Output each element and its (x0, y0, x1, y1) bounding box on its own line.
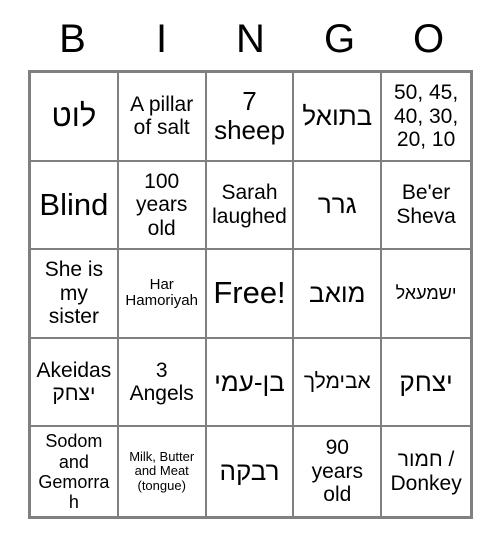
bingo-cell[interactable]: Har Hamoriyah (118, 250, 207, 339)
bingo-cell-label: לוט (51, 97, 97, 133)
bingo-cell-label: בן-עמי (214, 366, 285, 397)
bingo-header-letter-b: B (59, 17, 86, 61)
bingo-grid: לוט A pillar of salt 7 sheep בתואל 50, 45, 4… (28, 70, 473, 519)
bingo-cell[interactable]: Sodom and Gemorrah (31, 427, 119, 516)
bingo-cell-label: She is my sister (44, 258, 104, 329)
bingo-cell-label: Sodom and Gemorrah (38, 431, 110, 512)
bingo-cell-label: רבקה (219, 456, 280, 487)
bingo-cell-label: Blind (39, 186, 109, 222)
bingo-cell[interactable]: ישמעאל (382, 250, 470, 339)
bingo-cell-label: Be'er Sheva (396, 181, 456, 228)
bingo-cell[interactable]: A pillar of salt (118, 73, 207, 162)
bingo-cell-free[interactable]: Free! (206, 250, 295, 339)
bingo-cell-label: 7 sheep (214, 86, 285, 146)
bingo-cell[interactable]: מואב (294, 250, 383, 339)
bingo-cell-label: 90 years old (311, 436, 363, 507)
bingo-cell[interactable]: She is my sister (31, 250, 119, 339)
bingo-cell-label: חמור / Donkey (390, 448, 462, 495)
bingo-cell-label: 50, 45, 40, 30, 20, 10 (393, 81, 459, 152)
bingo-header-letter-n: N (236, 17, 265, 61)
bingo-header-letter-g: G (323, 17, 356, 61)
bingo-cell-label: יצחק (399, 366, 453, 397)
bingo-cell-label: מואב (309, 277, 366, 308)
bingo-cell[interactable]: אבימלך (294, 338, 383, 428)
bingo-cell-label: אבימלך (303, 370, 371, 394)
bingo-cell[interactable]: לוט (31, 73, 119, 162)
bingo-cell[interactable]: 3 Angels (118, 338, 207, 428)
bingo-cell[interactable]: Akeidas יצחק (31, 338, 119, 428)
bingo-header-row: B I N G O (28, 8, 473, 70)
bingo-cell-label: Har Hamoriyah (125, 275, 198, 310)
bingo-cell[interactable]: 50, 45, 40, 30, 20, 10 (382, 73, 470, 162)
bingo-cell[interactable]: רבקה (206, 427, 295, 516)
bingo-card: B I N G O לוט A pillar of salt 7 sheep בתוא… (0, 0, 501, 544)
bingo-cell-label: A pillar of salt (130, 92, 194, 140)
bingo-cell-label: Milk, Butter and Meat (tongue) (129, 448, 195, 493)
bingo-cell[interactable]: גרר (294, 161, 383, 251)
bingo-cell[interactable]: Milk, Butter and Meat (tongue) (118, 427, 207, 516)
bingo-cell[interactable]: Be'er Sheva (382, 161, 470, 251)
bingo-cell[interactable]: 7 sheep (206, 73, 295, 162)
bingo-cell[interactable]: חמור / Donkey (382, 427, 470, 516)
bingo-cell[interactable]: Blind (31, 161, 119, 251)
bingo-cell-label: Sarah laughed (212, 181, 287, 228)
bingo-cell-label: 100 years old (136, 169, 188, 240)
bingo-cell-label: 3 Angels (129, 358, 194, 406)
bingo-cell[interactable]: בן-עמי (206, 338, 295, 428)
bingo-cell-label: Akeidas יצחק (36, 358, 112, 406)
bingo-cell-label: Free! (213, 275, 286, 311)
bingo-header-letter-i: I (155, 17, 168, 61)
bingo-cell-label: בתואל (302, 100, 373, 131)
bingo-cell[interactable]: 100 years old (118, 161, 207, 251)
bingo-header-letter-o: O (412, 17, 445, 61)
bingo-cell[interactable]: Sarah laughed (206, 161, 295, 251)
bingo-cell[interactable]: יצחק (382, 338, 470, 428)
bingo-cell[interactable]: 90 years old (294, 427, 383, 516)
bingo-cell-label: גרר (317, 189, 357, 220)
bingo-cell-label: ישמעאל (395, 283, 457, 304)
bingo-cell[interactable]: בתואל (294, 73, 383, 162)
